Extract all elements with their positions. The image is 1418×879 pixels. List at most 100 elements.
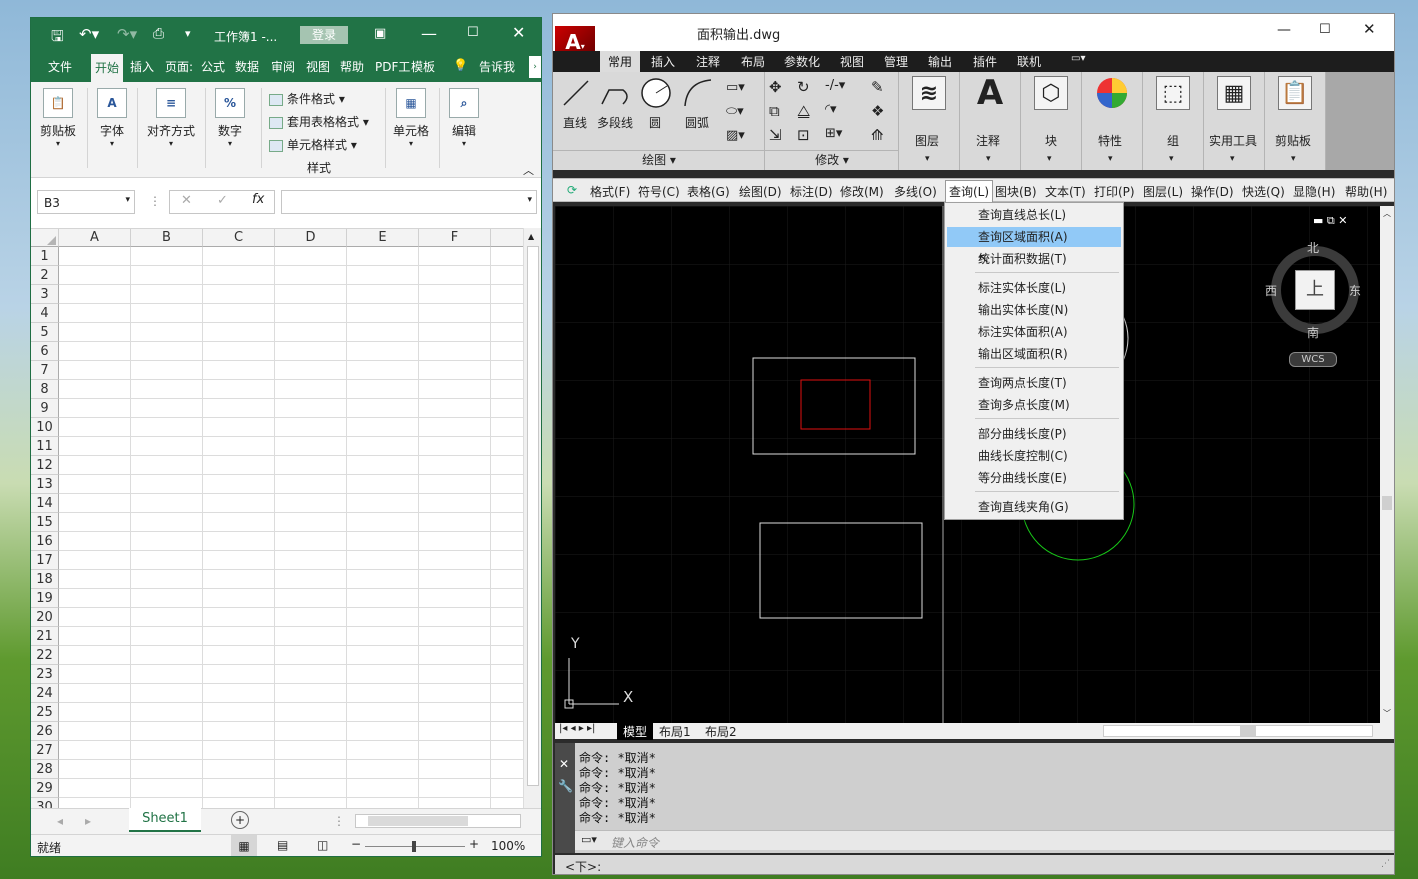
tab-home[interactable]: 常用 <box>600 51 641 72</box>
scale-icon[interactable]: ⊡ <box>797 126 810 144</box>
modify-group-label[interactable]: 修改 ▾ <box>765 150 899 170</box>
row-header[interactable]: 9 <box>31 399 59 418</box>
enter-icon[interactable]: ✓ <box>217 193 228 208</box>
query-menu-item[interactable]: 等分曲线长度(E) <box>947 468 1121 488</box>
column-header[interactable]: B <box>131 229 203 247</box>
zoom-level[interactable]: 100% <box>491 839 525 853</box>
column-header[interactable]: C <box>203 229 275 247</box>
row-header[interactable]: 25 <box>31 703 59 722</box>
zoom-in-icon[interactable]: + <box>469 837 479 851</box>
wrench-icon[interactable]: 🔧 <box>558 779 573 793</box>
viewcube-west[interactable]: 西 <box>1265 282 1277 299</box>
column-header[interactable] <box>491 229 523 247</box>
redo-icon[interactable]: ↷▾ <box>117 25 137 43</box>
align-button[interactable]: ≡ 对齐方式 ▾ <box>145 88 197 148</box>
minimize-icon[interactable]: ▬ <box>1313 214 1323 227</box>
command-input[interactable]: ▭▾ 键入命令 <box>575 830 1394 850</box>
tab-plugins[interactable]: 插件 <box>973 53 997 70</box>
sheet-tab-sheet1[interactable]: Sheet1 <box>129 808 201 832</box>
utilities-panel[interactable]: ▦ 实用工具 ▾ <box>1204 72 1265 170</box>
ellipse-icon[interactable]: ⬭▾ <box>726 104 744 119</box>
row-header[interactable]: 15 <box>31 513 59 532</box>
query-menu-item[interactable]: 输出实体长度(N) <box>947 300 1121 320</box>
tab-tell-me[interactable]: 告诉我 <box>479 58 515 75</box>
query-menu-item[interactable]: 标注实体面积(A) <box>947 322 1121 342</box>
tab-insert[interactable]: 插入 <box>130 58 154 75</box>
tab-online[interactable]: 联机 <box>1017 53 1041 70</box>
query-menu-item[interactable]: 查询区域面积(A) <box>947 227 1121 247</box>
font-button[interactable]: A 字体 ▾ <box>89 88 135 148</box>
conditional-format-button[interactable]: 条件格式 ▾ <box>269 90 345 107</box>
column-header[interactable]: E <box>347 229 419 247</box>
select-all-corner[interactable] <box>31 229 59 247</box>
array-icon[interactable]: ⊞▾ <box>825 126 842 141</box>
cancel-icon[interactable]: ✕ <box>181 193 192 208</box>
cad-vertical-scrollbar[interactable]: ︿ ﹀ <box>1380 206 1394 723</box>
query-menu-item[interactable]: 查询直线夹角(G) <box>947 497 1121 517</box>
row-header[interactable]: 12 <box>31 456 59 475</box>
close-icon[interactable]: ✕ <box>1338 214 1347 227</box>
minimize-icon[interactable]: — <box>1277 22 1291 38</box>
erase-icon[interactable]: ✎ <box>871 78 884 96</box>
row-header[interactable]: 2 <box>31 266 59 285</box>
stretch-icon[interactable]: ⇲ <box>769 126 782 144</box>
line-button[interactable]: 直线 <box>563 114 587 131</box>
row-header[interactable]: 1 <box>31 247 59 266</box>
row-header[interactable]: 18 <box>31 570 59 589</box>
menu-multiline[interactable]: 多线(O) <box>894 183 937 200</box>
table-format-button[interactable]: 套用表格格式 ▾ <box>269 113 369 130</box>
minimize-icon[interactable]: — <box>421 24 437 43</box>
row-header[interactable]: 24 <box>31 684 59 703</box>
tab-data[interactable]: 数据 <box>235 58 259 75</box>
row-header[interactable]: 6 <box>31 342 59 361</box>
tab-help[interactable]: 帮助 <box>340 58 364 75</box>
tab-model[interactable]: 模型 <box>617 723 654 740</box>
scroll-up-icon[interactable]: ︿ <box>1383 208 1391 219</box>
horizontal-scrollbar[interactable] <box>355 814 521 828</box>
ribbon-display-icon[interactable]: ▣ <box>374 26 386 41</box>
hatch-icon[interactable]: ▨▾ <box>726 128 745 143</box>
cell-style-button[interactable]: 单元格样式 ▾ <box>269 136 357 153</box>
rectangle-icon[interactable]: ▭▾ <box>726 80 745 95</box>
query-menu-item[interactable]: 查询两点长度(T) <box>947 373 1121 393</box>
tab-file[interactable]: 文件 <box>48 58 72 75</box>
wcs-button[interactable]: WCS <box>1289 352 1337 367</box>
row-header[interactable]: 21 <box>31 627 59 646</box>
qat-customize-icon[interactable]: ▾ <box>185 27 191 40</box>
scroll-down-icon[interactable]: ﹀ <box>1383 708 1391 719</box>
tab-view[interactable]: 视图 <box>840 53 864 70</box>
tab-layout2[interactable]: 布局2 <box>705 723 737 740</box>
close-icon[interactable]: ✕ <box>559 757 569 771</box>
menu-dimension[interactable]: 标注(D) <box>790 183 833 200</box>
rotate-icon[interactable]: ↻ <box>797 78 810 96</box>
menu-operation[interactable]: 操作(D) <box>1191 183 1234 200</box>
trim-icon[interactable]: -/-▾ <box>825 78 845 93</box>
expand-formula-icon[interactable]: ▾ <box>527 195 532 205</box>
row-header[interactable]: 17 <box>31 551 59 570</box>
row-header[interactable]: 10 <box>31 418 59 437</box>
menu-symbol[interactable]: 符号(C) <box>638 183 680 200</box>
row-header[interactable]: 11 <box>31 437 59 456</box>
query-menu-item[interactable]: 查询直线总长(L) <box>947 205 1121 225</box>
row-header[interactable]: 22 <box>31 646 59 665</box>
menu-block[interactable]: 图块(B) <box>995 183 1037 200</box>
worksheet-grid[interactable]: A B C D E F 1 2 3 4 5 6 7 8 9 10 11 12 13 14 15 16 17 18 1… <box>31 228 523 824</box>
function-icon[interactable]: fx <box>252 192 264 207</box>
query-menu-item[interactable]: 曲线长度控制(C) <box>947 446 1121 466</box>
scroll-up-icon[interactable]: ▲ <box>528 232 534 241</box>
tab-formulas[interactable]: 公式 <box>201 58 225 75</box>
sheet-next-icon[interactable]: ▸ <box>85 814 91 828</box>
menu-modify[interactable]: 修改(M) <box>840 183 884 200</box>
command-window-handle[interactable]: ✕ 🔧 <box>555 743 575 853</box>
tab-parametric[interactable]: 参数化 <box>784 53 820 70</box>
tab-layout[interactable]: 布局 <box>741 53 765 70</box>
name-box[interactable]: B3 ▾ <box>37 190 135 214</box>
cad-horizontal-scrollbar[interactable] <box>1103 725 1373 737</box>
layout-nav-icons[interactable]: |◂ ◂ ▸ ▸| <box>559 723 595 734</box>
tab-insert[interactable]: 插入 <box>651 53 675 70</box>
resize-grip-icon[interactable]: ⋰ <box>1381 859 1390 869</box>
row-header[interactable]: 29 <box>31 779 59 798</box>
maximize-icon[interactable]: ☐ <box>467 25 479 40</box>
draw-group-label[interactable]: 绘图 ▾ <box>553 150 765 170</box>
menu-text[interactable]: 文本(T) <box>1045 183 1086 200</box>
